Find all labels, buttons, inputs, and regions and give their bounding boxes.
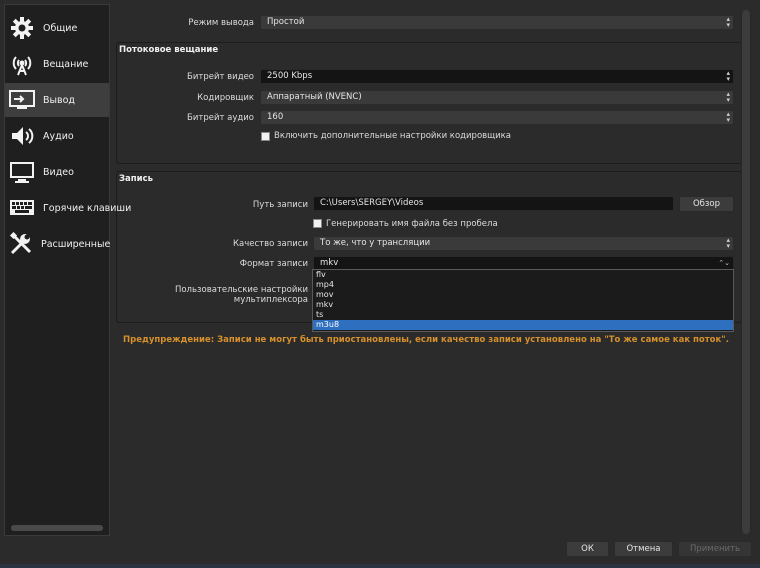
ok-button[interactable]: ОК — [566, 541, 609, 557]
sidebar-label: Вывод — [43, 94, 75, 106]
sidebar-item-general[interactable]: Общие — [5, 11, 109, 45]
record-format-value: mkv — [320, 258, 339, 268]
cancel-button[interactable]: Отмена — [614, 541, 673, 557]
record-quality-value: То же, что у трансляции — [320, 238, 431, 248]
record-quality-label: Качество записи — [232, 239, 308, 249]
no-space-filename-label: Генерировать имя файла без пробела — [326, 219, 498, 229]
muxer-settings-label: Пользовательские настройки мультиплексор… — [174, 285, 308, 305]
sidebar-horizontal-scrollbar[interactable] — [11, 525, 103, 531]
sidebar-label: Общие — [43, 22, 78, 34]
encoder-value: Аппаратный (NVENC) — [267, 92, 362, 102]
sidebar-label: Расширенные — [41, 238, 111, 250]
streaming-group-title: Потоковое вещание — [119, 45, 219, 55]
encoder-select[interactable]: Аппаратный (NVENC) ▴ ▾ — [260, 90, 734, 105]
output-mode-label: Режим вывода — [188, 18, 254, 28]
audio-bitrate-label: Битрейт аудио — [187, 113, 254, 123]
record-quality-select[interactable]: То же, что у трансляции ▴ ▾ — [313, 236, 734, 251]
chevron-updown-icon: ▴ ▾ — [726, 90, 730, 104]
sidebar-item-advanced[interactable]: Расширенные — [5, 227, 111, 261]
scrollbar-thumb[interactable] — [742, 10, 750, 534]
speaker-icon — [9, 123, 35, 149]
sidebar-item-hotkeys[interactable]: Горячие клавиши — [5, 191, 131, 225]
video-bitrate-spinbox[interactable]: 2500 Kbps ▴ ▾ — [260, 69, 734, 84]
record-path-input[interactable]: C:\Users\SERGEY\Videos — [313, 196, 674, 211]
dropdown-option-mov[interactable]: mov — [313, 290, 733, 300]
taskbar-edge — [0, 564, 760, 568]
settings-sidebar: Общие Вещание Вывод Аудио Видео Горячие … — [4, 4, 131, 536]
chevron-updown-icon: ▴ ▾ — [726, 236, 730, 250]
apply-button[interactable]: Применить — [678, 541, 752, 557]
keyboard-icon — [9, 195, 35, 221]
sidebar-item-stream[interactable]: Вещание — [5, 47, 109, 81]
dropdown-option-ts[interactable]: ts — [313, 310, 733, 320]
video-bitrate-label: Битрейт видео — [187, 72, 254, 82]
audio-bitrate-select[interactable]: 160 ▴ ▾ — [260, 110, 734, 125]
dropdown-option-mkv[interactable]: mkv — [313, 300, 733, 310]
sidebar-label: Видео — [43, 166, 74, 178]
sidebar-label: Аудио — [43, 130, 74, 142]
output-mode-select[interactable]: Простой ▴ ▾ — [260, 15, 734, 30]
broadcast-icon — [9, 51, 35, 77]
dropdown-option-flv[interactable]: flv — [313, 270, 733, 280]
tools-icon — [9, 231, 33, 257]
record-format-dropdown: flv mp4 mov mkv ts m3u8 — [312, 269, 734, 332]
browse-button[interactable]: Обзор — [679, 196, 734, 212]
record-path-value: C:\Users\SERGEY\Videos — [320, 198, 424, 208]
output-monitor-icon — [9, 87, 35, 113]
recording-warning: Предупреждение: Записи не могут быть при… — [123, 335, 729, 345]
chevron-updown-icon: ▴ ▾ — [726, 110, 730, 124]
dropdown-option-m3u8[interactable]: m3u8 — [313, 320, 733, 330]
output-mode-value: Простой — [267, 17, 305, 27]
record-format-label: Формат записи — [239, 259, 308, 269]
content-vertical-scrollbar[interactable] — [741, 10, 751, 534]
sidebar-item-audio[interactable]: Аудио — [5, 119, 109, 153]
advanced-encoder-checkbox-label: Включить дополнительные настройки кодиро… — [274, 131, 512, 141]
gear-icon — [9, 15, 35, 41]
chevron-updown-icon: ⌃⌄ — [718, 259, 730, 267]
sidebar-item-video[interactable]: Видео — [5, 155, 109, 189]
sidebar-label: Вещание — [43, 58, 89, 70]
advanced-encoder-checkbox[interactable] — [261, 132, 270, 141]
dropdown-option-mp4[interactable]: mp4 — [313, 280, 733, 290]
audio-bitrate-value: 160 — [267, 112, 284, 122]
record-path-label: Путь записи — [252, 200, 308, 210]
monitor-icon — [9, 159, 35, 185]
sidebar-item-output[interactable]: Вывод — [5, 83, 109, 117]
spin-arrows-icon[interactable]: ▴ ▾ — [726, 70, 730, 83]
no-space-filename-checkbox[interactable] — [313, 219, 322, 228]
recording-group-title: Запись — [119, 174, 154, 184]
encoder-label: Кодировщик — [197, 93, 254, 103]
video-bitrate-value: 2500 Kbps — [267, 71, 313, 81]
chevron-updown-icon: ▴ ▾ — [726, 15, 730, 29]
